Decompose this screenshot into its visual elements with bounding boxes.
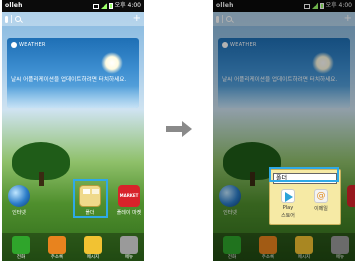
menu-label: 메뉴 — [124, 255, 134, 260]
clock: 오후 4:00 — [114, 2, 141, 9]
battery-icon — [108, 3, 113, 9]
weather-update-message: 날씨 어플리케이션을 업데이트하려면 터치하세요. — [11, 77, 127, 83]
email-icon[interactable]: @ — [314, 189, 328, 203]
folder-highlight — [73, 179, 108, 218]
internet-app-icon[interactable] — [8, 185, 30, 207]
divider — [11, 15, 12, 23]
menu-icon[interactable] — [120, 236, 138, 254]
add-icon[interactable]: + — [133, 14, 141, 24]
status-icons: 오후 4:00 — [92, 0, 141, 12]
carrier-label: olleh — [5, 2, 23, 9]
weather-logo: WEATHER — [11, 42, 46, 48]
sun-icon — [101, 52, 123, 74]
play-store-label-line1: Play — [282, 205, 294, 211]
tree-trunk — [39, 172, 44, 186]
search-bar[interactable]: + — [2, 12, 144, 26]
weather-logo-icon — [11, 42, 17, 48]
phone-icon[interactable] — [12, 236, 30, 254]
play-triangle — [285, 192, 293, 202]
play-store-label-line2: 스토어 — [281, 213, 295, 219]
search-icon[interactable] — [15, 16, 21, 22]
phone-label: 전화 — [16, 255, 26, 260]
folder-name-highlight — [269, 167, 339, 182]
weather-widget[interactable]: WEATHER 날씨 어플리케이션을 업데이트하려면 터치하세요. — [7, 38, 139, 108]
arrow-right-icon — [166, 121, 192, 137]
play-store-icon[interactable] — [281, 189, 295, 203]
mic-icon[interactable] — [5, 15, 8, 23]
message-icon[interactable] — [84, 236, 102, 254]
phone-screen-before: olleh 오후 4:00 + WEATHER 날씨 어플리케이션을 업데이트하… — [2, 0, 144, 261]
contacts-icon[interactable] — [48, 236, 66, 254]
phone-screen-after: olleh 오후 4:00 + WEATHER 날씨 어플리케이션을 업데이트하… — [213, 0, 355, 261]
cloud-decoration — [7, 86, 139, 108]
market-app-label: 플레이 마켓 — [116, 210, 142, 216]
weather-logo-text: WEATHER — [19, 42, 46, 48]
market-icon-text: MARKET — [119, 193, 139, 198]
message-label: 메시지 — [86, 255, 100, 260]
sim-icon — [92, 3, 99, 9]
email-label: 이메일 — [314, 206, 328, 212]
internet-app-label: 인터넷 — [12, 210, 26, 216]
market-app-icon[interactable]: MARKET — [118, 185, 140, 207]
signal-icon — [100, 3, 107, 9]
status-bar: olleh 오후 4:00 — [2, 0, 144, 12]
contacts-label: 주소록 — [50, 255, 64, 260]
